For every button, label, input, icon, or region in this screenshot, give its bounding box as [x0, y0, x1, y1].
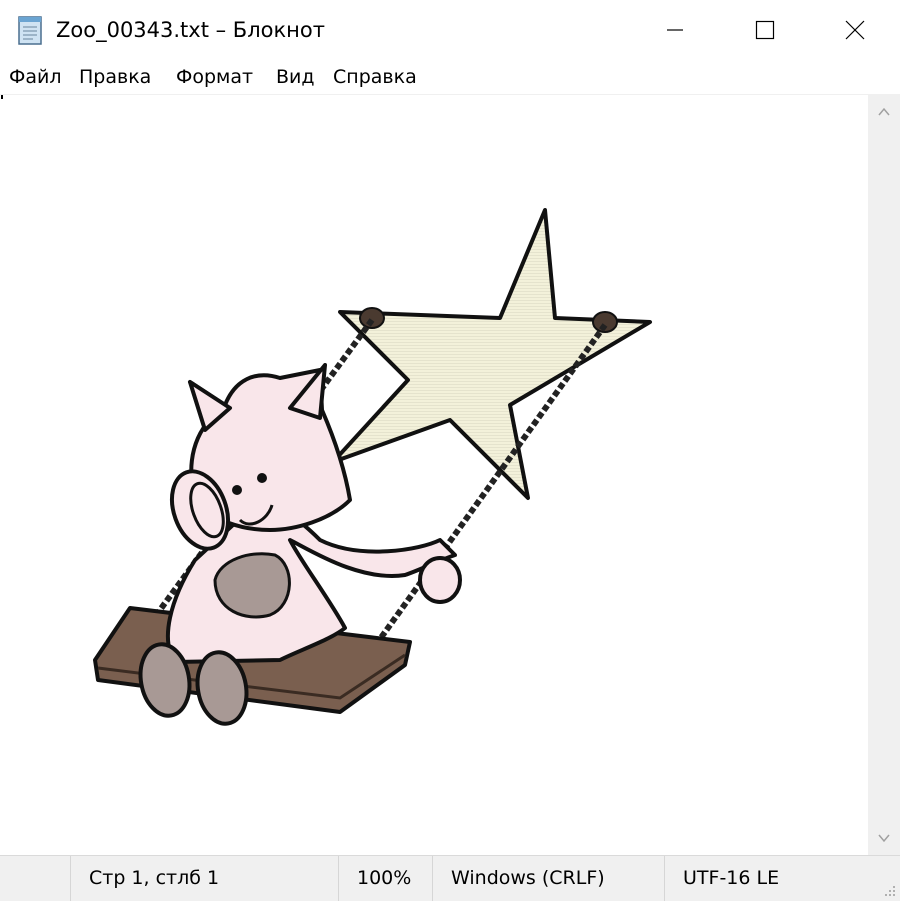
status-cursor-position: Стр 1, стлб 1 — [70, 856, 340, 901]
notepad-app-icon — [18, 16, 42, 45]
status-bar: Стр 1, стлб 1 100% Windows (CRLF) UTF-16… — [0, 855, 900, 901]
menu-view[interactable]: Вид — [276, 62, 315, 92]
menu-help[interactable]: Справка — [333, 62, 417, 92]
title-bar[interactable]: Zoo_00343.txt – Блокнот — [0, 0, 900, 60]
menu-edit[interactable]: Правка — [79, 62, 151, 92]
text-caret — [1, 95, 3, 99]
vertical-scrollbar[interactable] — [868, 95, 900, 855]
close-button[interactable] — [810, 0, 900, 60]
scroll-up-button[interactable] — [868, 95, 900, 129]
menu-format[interactable]: Формат — [176, 62, 253, 92]
window-title: Zoo_00343.txt – Блокнот — [56, 18, 325, 42]
notepad-window: Zoo_00343.txt – Блокнот Файл Правка Форм… — [0, 0, 900, 901]
text-editor-area[interactable] — [0, 95, 868, 855]
maximize-icon — [755, 20, 775, 40]
scroll-down-button[interactable] — [868, 821, 900, 855]
menu-bar: Файл Правка Формат Вид Справка — [0, 60, 900, 95]
status-line-endings: Windows (CRLF) — [432, 856, 668, 901]
status-encoding: UTF-16 LE — [664, 856, 900, 901]
resize-grip-icon[interactable] — [882, 883, 896, 897]
maximize-button[interactable] — [720, 0, 810, 60]
chevron-up-icon — [878, 107, 890, 116]
minimize-button[interactable] — [630, 0, 720, 60]
chevron-down-icon — [878, 834, 890, 843]
minimize-icon — [667, 29, 683, 31]
status-zoom: 100% — [338, 856, 436, 901]
menu-file[interactable]: Файл — [9, 62, 62, 92]
close-icon — [845, 20, 865, 40]
pig-on-star-swing-art — [93, 208, 652, 726]
